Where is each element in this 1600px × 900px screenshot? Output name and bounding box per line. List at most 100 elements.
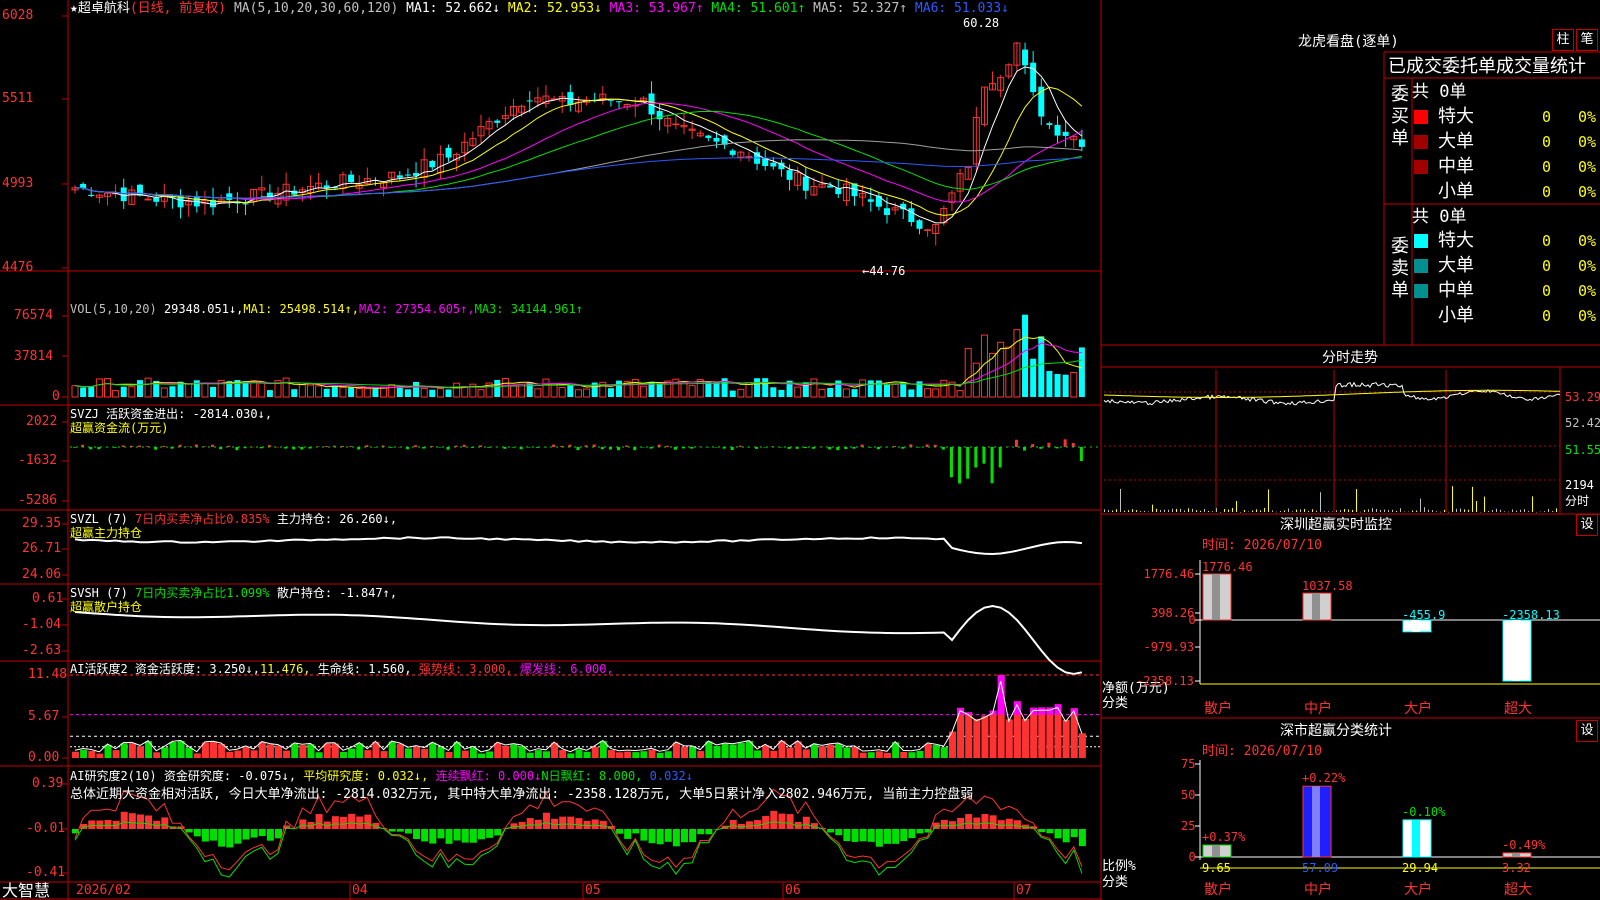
ai1-bar (486, 751, 494, 758)
ai2-bar (104, 819, 112, 829)
ai1-bar (859, 752, 867, 758)
svzj-bar (235, 447, 239, 451)
sz-class-change-2: -0.10% (1402, 804, 1446, 819)
sz-class-ytick-2: 25 (1181, 819, 1196, 833)
svzj-bar (527, 447, 531, 448)
sell-row-count-1: 0 (1542, 257, 1552, 275)
ai2-bar (218, 829, 226, 847)
tick-view-button[interactable]: 笔 (1576, 29, 1598, 51)
ma-label: MA(5,10,20,30,60,120) (233, 1, 399, 16)
vol-bar (355, 388, 363, 398)
ai2-bar (1054, 829, 1062, 839)
svzj-bar (665, 445, 669, 447)
intraday-vol-bar (1376, 508, 1377, 512)
buy-row-name-2: 中单 (1438, 156, 1474, 177)
ai1-bar (112, 750, 120, 758)
ai1-bar (136, 746, 144, 758)
intraday-vol-bar (1320, 492, 1321, 512)
ma2-value: MA2: 52.953↓ (507, 1, 602, 16)
vol-bar (71, 385, 79, 398)
svzj-bar (186, 446, 190, 447)
ai2-bar (908, 829, 916, 839)
sz-monitor-settings-button[interactable]: 设 (1576, 514, 1598, 536)
kline-candle-down (713, 138, 720, 142)
ai2-ytick-0: 0.39 (32, 776, 64, 791)
vol-bar (1038, 336, 1045, 397)
ai2-v2: 平均研究度: 0.032↓, (303, 769, 429, 783)
svzj-bar (373, 447, 377, 448)
intraday-vol-bar (1252, 510, 1253, 512)
sz-monitor-cat-1: 中户 (1304, 701, 1332, 717)
ai1-bar (802, 749, 810, 758)
vol-bar (258, 382, 266, 398)
vol-bar (103, 378, 111, 398)
vol-bar (534, 388, 542, 398)
sz-class-cat-0: 散户 (1204, 882, 1232, 898)
ai2-bar (193, 829, 201, 837)
ai1-bar (72, 751, 79, 758)
intraday-vol-bar (1140, 511, 1141, 512)
ai2-bar (185, 829, 193, 833)
vol-bar (964, 347, 972, 398)
svzj-bar (990, 447, 994, 484)
intraday-vol-bar (1316, 510, 1317, 512)
intraday-vol-bar (1496, 508, 1497, 512)
sz-class-value-0: 9.65 (1202, 861, 1231, 875)
ai2-bar (559, 816, 567, 829)
intraday-vol-bar (1548, 508, 1549, 512)
ai2-bar (421, 829, 429, 842)
intraday-vol-bar (1124, 510, 1125, 512)
svzj-bar (1047, 442, 1051, 447)
sz-monitor-cat-2: 大户 (1404, 701, 1432, 717)
intraday-vol-bar (1372, 508, 1373, 512)
vol-bar (1030, 358, 1037, 397)
ai2-v5: 0.032↓ (649, 769, 693, 783)
ai2-bar (583, 820, 591, 829)
ai2-bar (624, 829, 632, 839)
sz-class-settings-button[interactable]: 设 (1576, 720, 1598, 742)
svzj-line2: 超赢资金流(万元) (70, 421, 169, 435)
buy-side-label: 委买单 (1391, 84, 1409, 149)
sz-class-change-1: +0.22% (1302, 771, 1346, 786)
sell-row-count-2: 0 (1542, 282, 1552, 300)
ai2-bar (201, 829, 209, 842)
sz-class-bar-shade-1 (1312, 786, 1320, 857)
vol-bar (713, 381, 720, 397)
ai2-bar (916, 829, 924, 834)
svzj-bar (690, 447, 694, 449)
ai1-bar (299, 745, 307, 758)
ai1-bar (786, 747, 794, 758)
ai2-bar (234, 829, 242, 844)
sz-monitor-value-1: 1037.58 (1302, 579, 1353, 594)
intraday-vol-bar (1304, 508, 1305, 512)
vol-bar (348, 387, 355, 397)
ai1-bar (494, 742, 502, 758)
sz-monitor-bar-shade-1 (1312, 593, 1320, 620)
intraday-vol-bar (1128, 510, 1129, 512)
ai1-bar (583, 751, 591, 758)
ai1-v2: 11.476, (259, 662, 311, 676)
intraday-vol-bar (1224, 508, 1225, 512)
intraday-vol-bar (1512, 509, 1513, 512)
ma30-line (74, 110, 1082, 199)
vol-bar (436, 388, 444, 398)
intraday-vol-bar (1152, 504, 1153, 512)
ai1-bar (421, 748, 429, 758)
chart-canvas[interactable] (0, 0, 1600, 900)
vol-bar (250, 381, 258, 398)
ai1-legend: AI活跃度2 资金活跃度: 3.250↓,11.476, 生命线: 1.560,… (70, 662, 614, 676)
ai2-bar (835, 829, 843, 836)
vol-value: 29348.051↓, (163, 302, 244, 316)
buy-total: 共 0单 (1412, 82, 1467, 102)
vol-bar (851, 389, 858, 397)
kline-candle-down (88, 194, 95, 196)
kline-candle-down (404, 174, 411, 176)
vol-bar (160, 387, 168, 398)
column-view-button[interactable]: 柱 (1552, 29, 1574, 51)
ai2-bar (940, 819, 948, 829)
ai1-bar (339, 751, 347, 758)
ai1-bar (542, 751, 550, 758)
intraday-vol-bar (1136, 510, 1137, 512)
sell-row-pct-1: 0% (1578, 257, 1597, 275)
vol-bar (810, 378, 818, 398)
